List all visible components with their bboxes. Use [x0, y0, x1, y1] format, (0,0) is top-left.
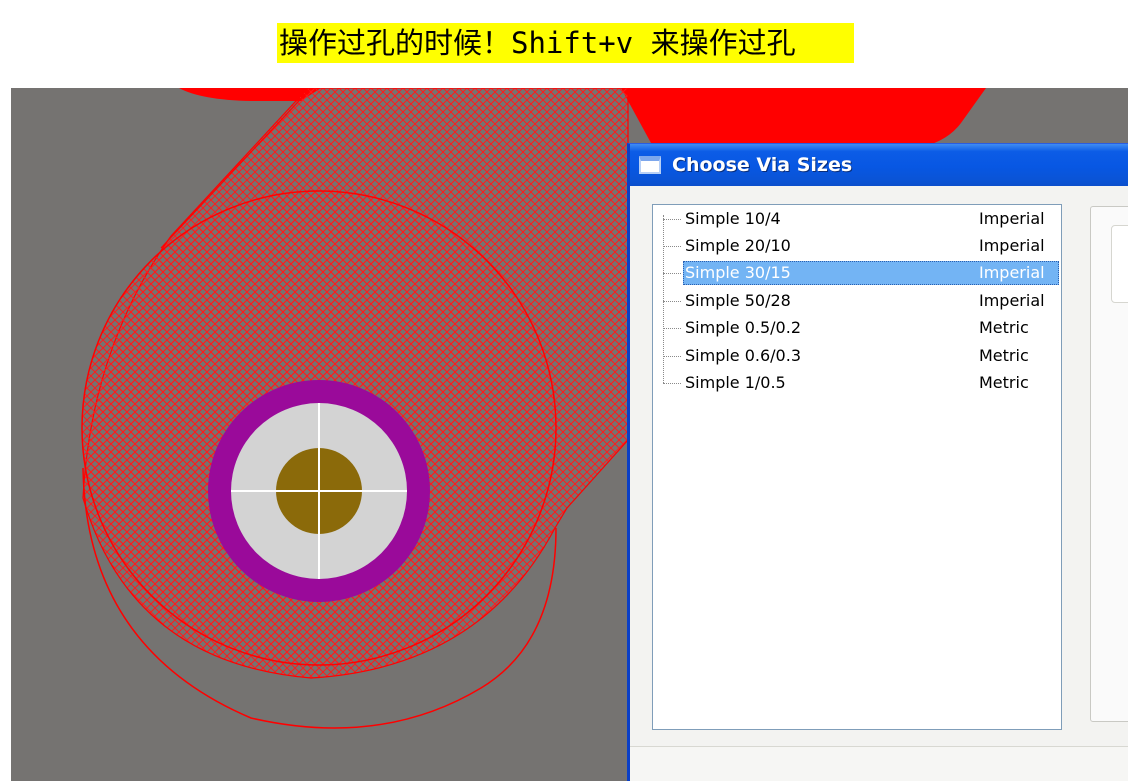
- dialog-footer: [630, 746, 1128, 781]
- via-size-units: Metric: [979, 346, 1029, 365]
- via-size-units: Metric: [979, 318, 1029, 337]
- via-size-units: Imperial: [979, 209, 1045, 228]
- via-size-name: Simple 20/10: [685, 236, 791, 255]
- via-size-units: Imperial: [979, 263, 1045, 282]
- list-item[interactable]: Simple 0.5/0.2 Metric: [659, 316, 1059, 340]
- tree-branch: [663, 356, 681, 357]
- via-preview-box: [1111, 225, 1128, 303]
- list-item[interactable]: Simple 20/10 Imperial: [659, 234, 1059, 258]
- dialog-titlebar[interactable]: Choose Via Sizes: [630, 144, 1128, 186]
- tree-branch: [663, 246, 681, 247]
- via-size-name: Simple 50/28: [685, 291, 791, 310]
- via-size-units: Imperial: [979, 291, 1045, 310]
- list-item[interactable]: Simple 0.6/0.3 Metric: [659, 344, 1059, 368]
- via-size-name: Simple 30/15: [685, 263, 791, 282]
- tree-branch: [663, 273, 681, 274]
- list-item-selected[interactable]: Simple 30/15 Imperial: [659, 261, 1059, 285]
- window-icon: [639, 156, 661, 174]
- list-item[interactable]: Simple 1/0.5 Metric: [659, 371, 1059, 395]
- via-size-name: Simple 0.5/0.2: [685, 318, 801, 337]
- via-size-units: Metric: [979, 373, 1029, 392]
- list-item[interactable]: Simple 50/28 Imperial: [659, 289, 1059, 313]
- instruction-caption: 操作过孔的时候！Shift+v 来操作过孔: [277, 23, 854, 63]
- tree-branch: [663, 219, 681, 220]
- via-size-name: Simple 0.6/0.3: [685, 346, 801, 365]
- list-item[interactable]: Simple 10/4 Imperial: [659, 207, 1059, 231]
- choose-via-sizes-dialog: Choose Via Sizes Simple 10/4 Imperial Si…: [627, 143, 1128, 781]
- via-properties-panel: [1090, 206, 1128, 722]
- via-size-name: Simple 10/4: [685, 209, 781, 228]
- dialog-body: Simple 10/4 Imperial Simple 20/10 Imperi…: [630, 186, 1128, 746]
- via-size-units: Imperial: [979, 236, 1045, 255]
- tree-branch: [663, 383, 681, 384]
- via-size-list[interactable]: Simple 10/4 Imperial Simple 20/10 Imperi…: [652, 204, 1062, 730]
- tree-branch: [663, 328, 681, 329]
- dialog-title: Choose Via Sizes: [672, 154, 853, 176]
- via-size-name: Simple 1/0.5: [685, 373, 786, 392]
- tree-branch: [663, 301, 681, 302]
